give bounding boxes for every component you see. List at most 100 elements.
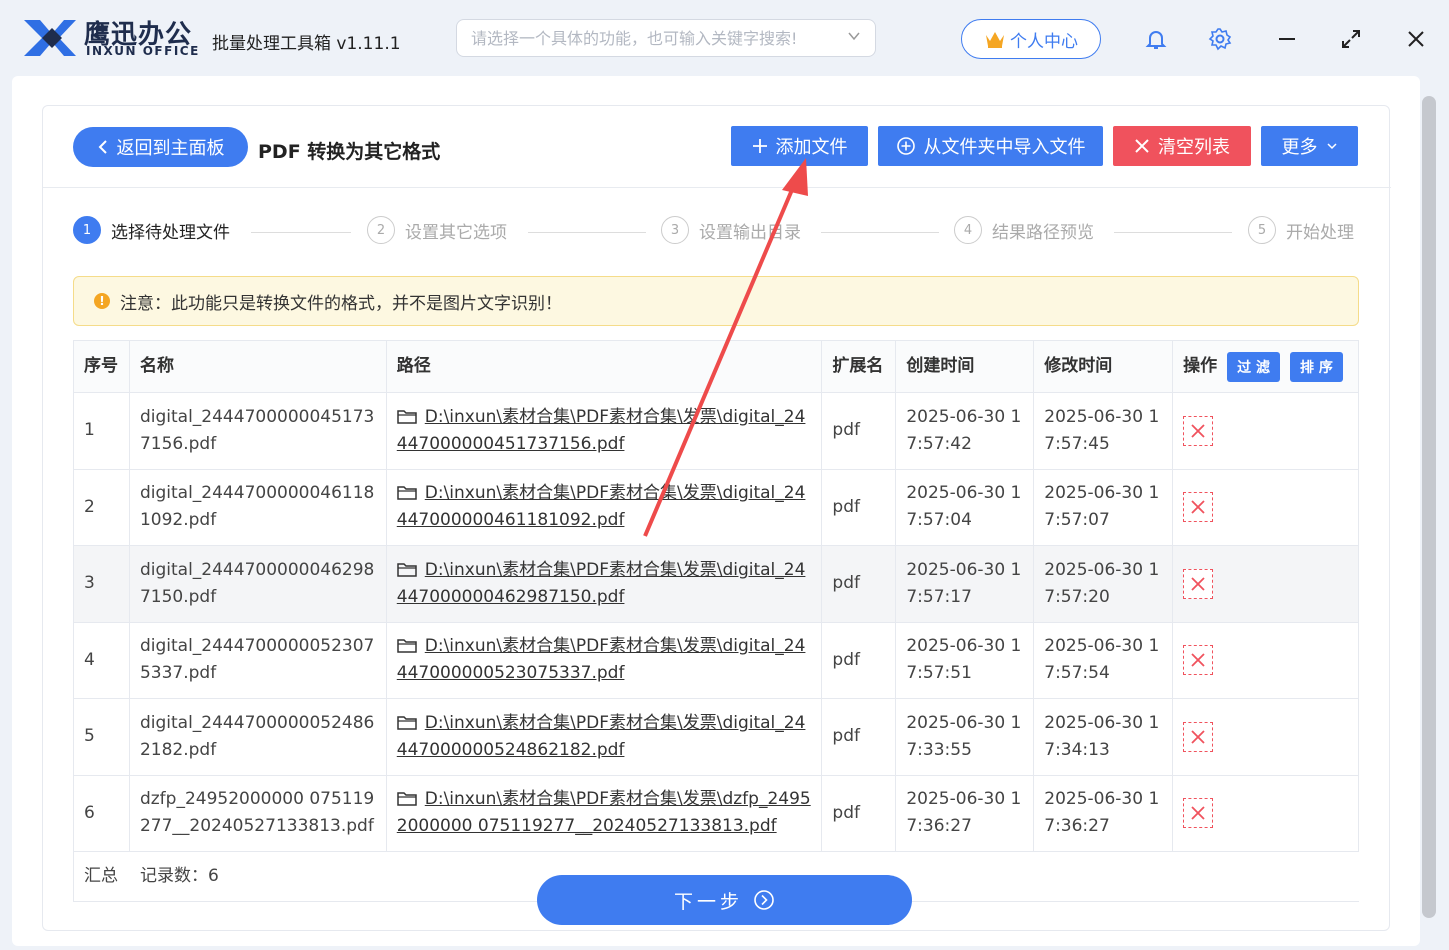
close-icon[interactable] [1404, 27, 1428, 51]
import-folder-button[interactable]: 从文件夹中导入文件 [878, 126, 1103, 166]
step-label: 设置其它选项 [405, 222, 507, 243]
user-center-button[interactable]: 个人中心 [961, 19, 1101, 59]
main-panel: 返回到主面板 PDF 转换为其它格式 添加文件 从文件夹中导入文件 清空列表 更… [12, 76, 1420, 946]
step-number: 4 [954, 216, 982, 244]
header-name: 名称 [130, 341, 387, 392]
row-index: 6 [74, 775, 130, 851]
function-search[interactable] [456, 19, 876, 57]
folder-icon[interactable] [397, 408, 417, 424]
modified-time: 2025-06-30 17:57:20 [1034, 546, 1174, 622]
modified-time: 2025-06-30 17:57:45 [1034, 393, 1174, 469]
header-actions: 操作 过 滤 排 序 [1173, 341, 1359, 392]
record-count: 记录数：6 [140, 866, 219, 886]
minimize-icon[interactable] [1275, 27, 1299, 51]
file-name: digital_24447000000462987150.pdf [130, 546, 387, 622]
file-path-cell: D:\inxun\素材合集\PDF素材合集\发票\digital_2444700… [387, 469, 823, 545]
plus-circle-icon [896, 137, 915, 155]
table-row[interactable]: 6 dzfp_24952000000 075119277__2024052713… [74, 775, 1359, 852]
next-step-label: 下一步 [673, 890, 743, 913]
x-icon [1135, 139, 1149, 153]
close-icon [1191, 577, 1205, 591]
close-icon [1191, 653, 1205, 667]
step-connector [251, 232, 351, 233]
table-header: 序号 名称 路径 扩展名 创建时间 修改时间 操作 过 滤 排 序 [74, 341, 1359, 393]
folder-icon[interactable] [397, 637, 417, 653]
more-dropdown-button[interactable]: 更多 [1261, 126, 1358, 166]
filter-button[interactable]: 过 滤 [1227, 351, 1281, 382]
plus-icon [752, 139, 767, 153]
created-time: 2025-06-30 17:33:55 [896, 699, 1035, 775]
delete-row-button[interactable] [1183, 645, 1214, 676]
file-ext: pdf [822, 393, 897, 469]
file-path-link[interactable]: D:\inxun\素材合集\PDF素材合集\发票\digital_2444700… [397, 560, 806, 607]
page-title: PDF 转换为其它格式 [258, 141, 441, 163]
file-path-link[interactable]: D:\inxun\素材合集\PDF素材合集\发票\digital_2444700… [397, 407, 806, 454]
close-icon [1191, 730, 1205, 744]
file-path-link[interactable]: D:\inxun\素材合集\PDF素材合集\发票\digital_2444700… [397, 636, 806, 683]
step-label: 结果路径预览 [992, 222, 1094, 243]
file-path-cell: D:\inxun\素材合集\PDF素材合集\发票\dzfp_2495200000… [387, 775, 823, 851]
user-center-label: 个人中心 [1010, 31, 1078, 51]
chevron-down-icon[interactable] [847, 29, 861, 43]
file-name: digital_24447000000461181092.pdf [130, 469, 387, 545]
warning-icon: ! [94, 293, 110, 309]
back-label: 返回到主面板 [116, 138, 225, 158]
step-connector [821, 232, 939, 233]
step-number: 5 [1248, 216, 1276, 244]
header-ext: 扩展名 [822, 341, 897, 392]
table-row[interactable]: 3 digital_24447000000462987150.pdf D:\in… [74, 546, 1359, 623]
step-1: 1 选择待处理文件 [73, 216, 230, 244]
delete-row-button[interactable] [1183, 568, 1214, 599]
gear-icon[interactable] [1208, 27, 1232, 51]
next-step-button[interactable]: 下一步 [537, 875, 912, 925]
folder-icon[interactable] [397, 484, 417, 500]
table-row[interactable]: 5 digital_24447000000524862182.pdf D:\in… [74, 699, 1359, 776]
created-time: 2025-06-30 17:57:51 [896, 622, 1035, 698]
close-icon [1191, 500, 1205, 514]
chevron-left-icon [98, 140, 107, 154]
folder-icon[interactable] [397, 790, 417, 806]
delete-row-button[interactable] [1183, 798, 1214, 829]
header-index: 序号 [74, 341, 130, 392]
row-actions [1173, 546, 1359, 622]
file-name: digital_24447000000523075337.pdf [130, 622, 387, 698]
add-file-button[interactable]: 添加文件 [731, 126, 868, 166]
import-folder-label: 从文件夹中导入文件 [923, 137, 1086, 158]
file-ext: pdf [822, 469, 897, 545]
brand-name-en: INXUN OFFICE [86, 44, 200, 58]
table-row[interactable]: 1 digital_24447000000451737156.pdf D:\in… [74, 393, 1359, 470]
delete-row-button[interactable] [1183, 492, 1214, 523]
folder-icon[interactable] [397, 714, 417, 730]
modified-time: 2025-06-30 17:57:07 [1034, 469, 1174, 545]
file-table: 序号 名称 路径 扩展名 创建时间 修改时间 操作 过 滤 排 序 1 digi… [73, 340, 1359, 902]
table-row[interactable]: 4 digital_24447000000523075337.pdf D:\in… [74, 622, 1359, 699]
step-3: 3 设置输出目录 [661, 216, 801, 244]
step-indicator: 1 选择待处理文件 2 设置其它选项 3 设置输出目录 4 结果路径预览 5 开… [43, 212, 1391, 252]
search-input[interactable] [471, 20, 841, 56]
file-path-link[interactable]: D:\inxun\素材合集\PDF素材合集\发票\digital_2444700… [397, 483, 806, 530]
maximize-icon[interactable] [1339, 27, 1363, 51]
row-index: 4 [74, 622, 130, 698]
table-row[interactable]: 2 digital_24447000000461181092.pdf D:\in… [74, 469, 1359, 546]
modified-time: 2025-06-30 17:57:54 [1034, 622, 1174, 698]
modified-time: 2025-06-30 17:36:27 [1034, 775, 1174, 851]
step-connector [1114, 232, 1232, 233]
delete-row-button[interactable] [1183, 721, 1214, 752]
row-index: 2 [74, 469, 130, 545]
step-4: 4 结果路径预览 [954, 216, 1094, 244]
row-actions [1173, 469, 1359, 545]
header-modified: 修改时间 [1034, 341, 1174, 392]
sort-button[interactable]: 排 序 [1290, 351, 1343, 382]
bell-icon[interactable] [1144, 27, 1168, 51]
notice-banner: ! 注意：此功能只是转换文件的格式，并不是图片文字识别！ [73, 276, 1359, 326]
folder-icon[interactable] [397, 561, 417, 577]
toolbar: 返回到主面板 PDF 转换为其它格式 添加文件 从文件夹中导入文件 清空列表 更… [43, 106, 1391, 188]
scrollbar-thumb[interactable] [1422, 96, 1436, 918]
back-to-main-button[interactable]: 返回到主面板 [73, 127, 248, 167]
file-path-link[interactable]: D:\inxun\素材合集\PDF素材合集\发票\digital_2444700… [397, 713, 806, 760]
notice-text: 注意：此功能只是转换文件的格式，并不是图片文字识别！ [120, 293, 562, 314]
file-path-link[interactable]: D:\inxun\素材合集\PDF素材合集\发票\dzfp_2495200000… [397, 789, 811, 836]
clear-list-button[interactable]: 清空列表 [1113, 126, 1251, 166]
delete-row-button[interactable] [1183, 415, 1214, 446]
file-path-cell: D:\inxun\素材合集\PDF素材合集\发票\digital_2444700… [387, 622, 823, 698]
